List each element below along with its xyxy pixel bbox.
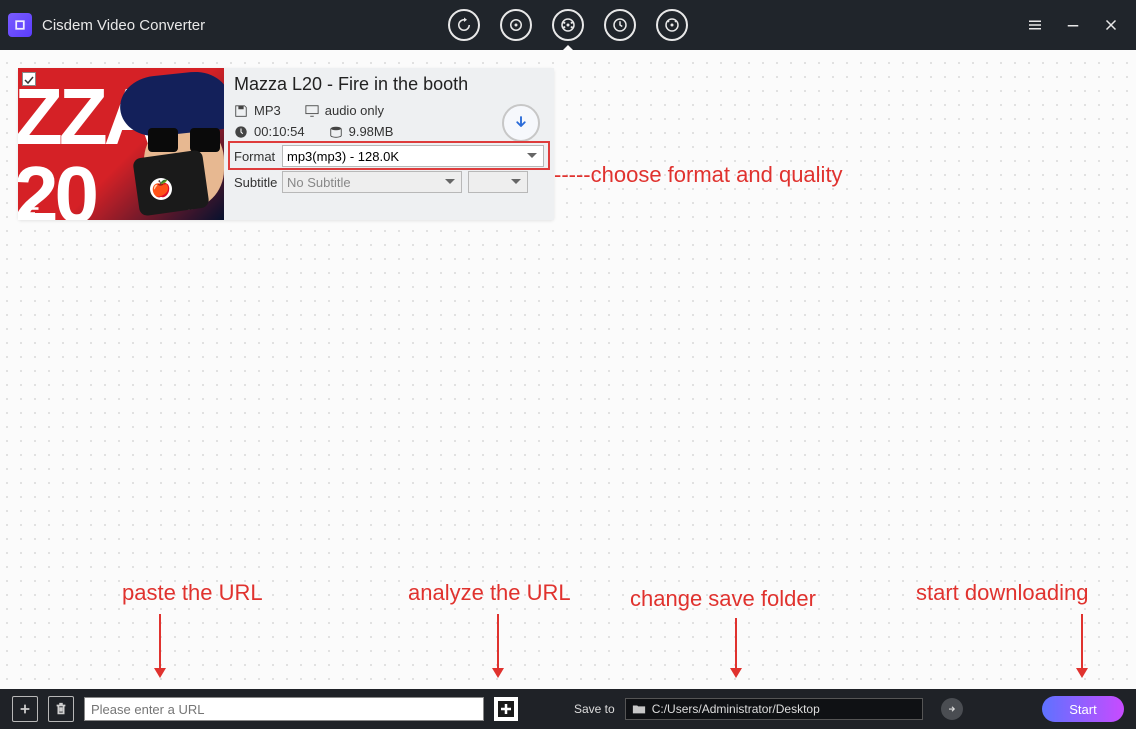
save-to-label: Save to [574, 702, 615, 716]
size-label: 9.98MB [329, 124, 394, 139]
start-button[interactable]: Start [1042, 696, 1124, 722]
url-input[interactable] [84, 697, 484, 721]
format-label: MP3 [234, 103, 281, 118]
duration-text: 00:10:54 [254, 124, 305, 139]
media-label: audio only [305, 103, 384, 118]
disk-icon [234, 104, 248, 118]
close-icon[interactable] [1100, 14, 1122, 36]
clock-icon [234, 125, 248, 139]
format-text: MP3 [254, 103, 281, 118]
format-row: Format mp3(mp3) - 128.0K [234, 145, 544, 167]
duration-label: 00:10:54 [234, 124, 305, 139]
menu-icon[interactable] [1024, 14, 1046, 36]
download-button[interactable] [502, 104, 540, 142]
window-controls [1024, 14, 1136, 36]
mode-tabs [448, 9, 688, 41]
subtitle-row: Subtitle No Subtitle [234, 171, 544, 193]
save-path-text: C:/Users/Administrator/Desktop [652, 702, 820, 716]
content-area: ZZA 20 dr 🍎 Mazza L20 - Fire in the boot… [0, 50, 1136, 238]
analyze-url-button[interactable] [494, 697, 518, 721]
subtitle-lang-select[interactable] [468, 171, 528, 193]
storage-icon [329, 125, 343, 139]
apple-logo-icon: 🍎 [150, 178, 172, 200]
other-tab-icon[interactable] [656, 9, 688, 41]
download-item-card: ZZA 20 dr 🍎 Mazza L20 - Fire in the boot… [18, 68, 554, 220]
add-button[interactable] [12, 696, 38, 722]
media-text: audio only [325, 103, 384, 118]
convert-tab-icon[interactable] [448, 9, 480, 41]
download-tab-icon[interactable] [552, 9, 584, 41]
app-logo-icon [8, 13, 32, 37]
save-path-field[interactable]: C:/Users/Administrator/Desktop [625, 698, 923, 720]
subtitle-field-label: Subtitle [234, 175, 282, 190]
folder-icon [632, 703, 646, 715]
titlebar: Cisdem Video Converter [0, 0, 1136, 50]
thumb-side-text: dr [20, 200, 41, 218]
monitor-icon [305, 104, 319, 118]
delete-button[interactable] [48, 696, 74, 722]
size-text: 9.98MB [349, 124, 394, 139]
thumb-person: 🍎 [98, 70, 224, 218]
subtitle-select[interactable]: No Subtitle [282, 171, 462, 193]
app-title: Cisdem Video Converter [42, 17, 205, 34]
edit-tab-icon[interactable] [604, 9, 636, 41]
format-select[interactable]: mp3(mp3) - 128.0K [282, 145, 544, 167]
browse-folder-button[interactable] [941, 698, 963, 720]
start-button-label: Start [1069, 702, 1096, 717]
item-details: Mazza L20 - Fire in the booth MP3 audio … [224, 68, 554, 220]
rip-tab-icon[interactable] [500, 9, 532, 41]
bottom-toolbar: Save to C:/Users/Administrator/Desktop S… [0, 689, 1136, 729]
thumbnail[interactable]: ZZA 20 dr 🍎 [18, 68, 224, 220]
format-field-label: Format [234, 149, 282, 164]
minimize-icon[interactable] [1062, 14, 1084, 36]
item-title: Mazza L20 - Fire in the booth [234, 74, 544, 95]
